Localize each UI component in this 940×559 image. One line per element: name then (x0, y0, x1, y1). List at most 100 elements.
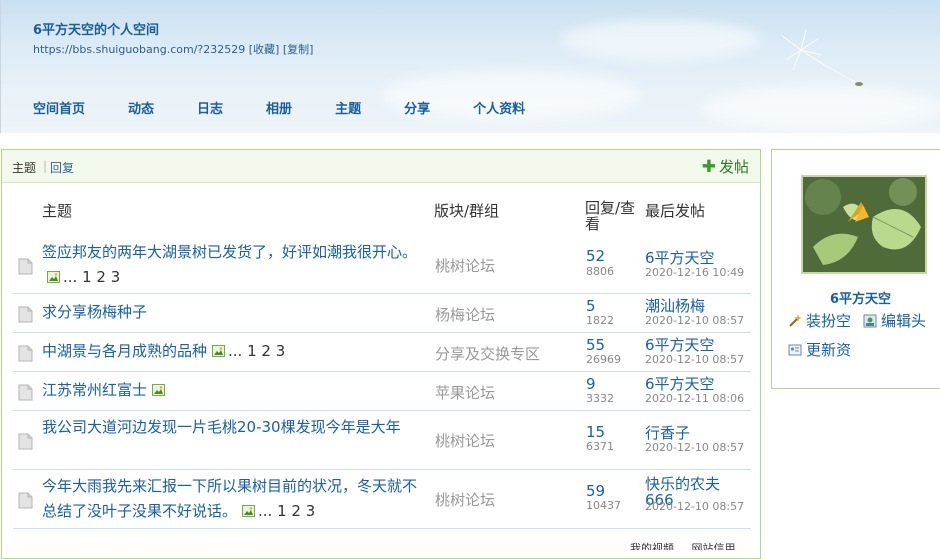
thread-title-text[interactable]: 今年大雨我先来汇报一下所以果树目前的状况，冬天就不总结了没叶子没果不好说话。 (42, 477, 417, 520)
last-post-date: 2020-12-10 08:57 (645, 353, 745, 366)
document-icon (18, 306, 33, 323)
reply-count[interactable]: 59 (586, 484, 605, 499)
last-post-author[interactable]: 6平方天空 (645, 376, 735, 392)
profile-name[interactable]: 6平方天空 (830, 288, 891, 307)
profile-card-icon (788, 344, 802, 355)
thread-title[interactable]: 求分享杨梅种子 (42, 300, 417, 325)
thread-row: 中湖景与各月成熟的品种 ... 1 2 3 分享及交换专区 55 26969 6平方天空 2… (13, 333, 751, 372)
space-url-line: https://bbs.shuiguobang.com/?232529 [收藏]… (33, 41, 313, 57)
tab-bar: 主题 | 回复 ✚ 发帖 (2, 150, 760, 183)
nav-share[interactable]: 分享 (404, 98, 430, 117)
avatar-image (803, 177, 925, 272)
thread-forum[interactable]: 桃树论坛 (435, 430, 495, 451)
document-icon (18, 384, 33, 401)
page-links[interactable]: ... 1 2 3 (228, 342, 285, 360)
thread-title-text[interactable]: 求分享杨梅种子 (42, 303, 147, 321)
last-post-date: 2020-12-11 08:06 (645, 392, 745, 405)
reply-count[interactable]: 9 (586, 377, 596, 392)
taskbar-strip: 我的视频 网站信用 (630, 540, 940, 550)
thread-row: 我公司大道河边发现一片毛桃20-30棵发现今年是大年 桃树论坛 15 6371 行香子 2… (13, 411, 751, 470)
last-post-author[interactable]: 6平方天空 (645, 250, 735, 266)
thread-row: 江苏常州红富士 苹果论坛 9 3332 6平方天空 2020-12-11 08:06 (13, 372, 751, 411)
new-post-button[interactable]: ✚ 发帖 (702, 156, 749, 177)
page-links[interactable]: ... 1 2 3 (258, 502, 315, 520)
last-post-date: 2020-12-16 10:49 (645, 266, 745, 279)
thread-title-text[interactable]: 江苏常州红富士 (42, 381, 147, 399)
taskbar-item[interactable]: 网站信用 (692, 542, 736, 550)
dandelion-icon (781, 30, 863, 86)
thread-forum[interactable]: 桃树论坛 (435, 489, 495, 510)
taskbar-item[interactable]: 我的视频 (630, 542, 674, 550)
reply-count[interactable]: 52 (586, 249, 605, 264)
tab-threads[interactable]: 主题 (12, 159, 36, 176)
nav-feed[interactable]: 动态 (128, 98, 154, 117)
thread-forum[interactable]: 杨梅论坛 (435, 304, 495, 325)
view-count: 8806 (586, 265, 614, 278)
thread-title-text[interactable]: 中湖景与各月成熟的品种 (42, 342, 207, 360)
column-reply-view: 回复/查看 (585, 199, 636, 233)
thread-title[interactable]: 我公司大道河边发现一片毛桃20-30棵发现今年是大年 (42, 415, 417, 440)
plus-icon: ✚ (701, 156, 716, 177)
threads-panel: 主题 | 回复 ✚ 发帖 主题 版块/群组 回复/查看 最后发帖 签应邦友的两年… (1, 149, 761, 559)
nav-profile[interactable]: 个人资料 (473, 98, 525, 117)
thread-title[interactable]: 今年大雨我先来汇报一下所以果树目前的状况，冬天就不总结了没叶子没果不好说话。..… (42, 474, 417, 524)
favorite-link[interactable]: [收藏] (249, 43, 280, 56)
document-icon (18, 258, 33, 275)
image-attachment-icon (152, 384, 166, 396)
last-post-date: 2020-12-10 08:57 (645, 314, 745, 327)
thread-title[interactable]: 江苏常州红富士 (42, 378, 417, 403)
last-post-author[interactable]: 行香子 (645, 425, 735, 441)
image-attachment-icon (47, 271, 60, 283)
avatar[interactable] (801, 175, 927, 274)
view-count: 26969 (586, 353, 621, 366)
last-post-date: 2020-12-10 08:57 (645, 441, 745, 454)
thread-row: 求分享杨梅种子 杨梅论坛 5 1822 潮汕杨梅 2020-12-10 08:57 (13, 294, 751, 333)
column-topic: 主题 (42, 202, 73, 220)
nav-threads[interactable]: 主题 (335, 98, 361, 117)
nav-album[interactable]: 相册 (266, 98, 292, 117)
copy-link[interactable]: [复制] (283, 43, 314, 56)
image-attachment-icon (212, 345, 226, 357)
reply-count[interactable]: 55 (586, 338, 605, 353)
wand-icon (789, 313, 802, 327)
thread-forum[interactable]: 苹果论坛 (435, 382, 495, 403)
column-last-post: 最后发帖 (645, 202, 706, 220)
tab-replies[interactable]: 回复 (50, 159, 74, 176)
decorate-space-label: 装扮空 (806, 312, 852, 330)
document-icon (18, 345, 33, 362)
last-post-date: 2020-12-10 08:57 (645, 500, 745, 513)
profile-sidebar: 6平方天空 装扮空 编辑头 更新资 (771, 149, 940, 389)
reply-count[interactable]: 5 (586, 299, 596, 314)
space-url[interactable]: https://bbs.shuiguobang.com/?232529 (33, 43, 245, 56)
view-count: 3332 (586, 392, 614, 405)
thread-forum[interactable]: 桃树论坛 (435, 255, 495, 276)
view-count: 1822 (586, 314, 614, 327)
thread-title-text[interactable]: 我公司大道河边发现一片毛桃20-30棵发现今年是大年 (42, 418, 401, 436)
reply-count[interactable]: 15 (586, 425, 605, 440)
thread-list: 签应邦友的两年大湖景树已发货了，好评如潮我很开心。... 1 2 3 桃树论坛 52… (13, 238, 751, 529)
table-header: 主题 版块/群组 回复/查看 最后发帖 (2, 200, 762, 240)
space-title[interactable]: 6平方天空的个人空间 (33, 19, 159, 38)
edit-avatar-label: 编辑头 (881, 312, 927, 330)
last-post-author[interactable]: 潮汕杨梅 (645, 298, 735, 314)
tab-separator: | (43, 159, 48, 173)
thread-forum[interactable]: 分享及交换专区 (435, 343, 540, 364)
thread-title[interactable]: 签应邦友的两年大湖景树已发货了，好评如潮我很开心。 ... 1 2 3 (42, 240, 417, 290)
new-post-label: 发帖 (718, 158, 749, 176)
edit-avatar-link[interactable]: 编辑头 (863, 310, 926, 331)
avatar-edit-icon (863, 314, 877, 327)
update-profile-link[interactable]: 更新资 (788, 339, 851, 360)
update-profile-label: 更新资 (806, 341, 852, 359)
column-forum: 版块/群组 (434, 202, 500, 220)
space-banner: 6平方天空的个人空间 https://bbs.shuiguobang.com/?… (0, 0, 940, 133)
thread-title[interactable]: 中湖景与各月成熟的品种 ... 1 2 3 (42, 339, 417, 364)
nav-blog[interactable]: 日志 (197, 98, 223, 117)
page-links[interactable]: ... 1 2 3 (63, 268, 120, 286)
thread-title-text[interactable]: 签应邦友的两年大湖景树已发货了，好评如潮我很开心。 (42, 243, 417, 261)
decorate-space-link[interactable]: 装扮空 (788, 310, 851, 331)
last-post-author[interactable]: 6平方天空 (645, 337, 735, 353)
cloud-decoration (561, 20, 761, 60)
view-count: 10437 (586, 499, 621, 512)
nav-home[interactable]: 空间首页 (33, 98, 85, 117)
document-icon (18, 492, 33, 509)
